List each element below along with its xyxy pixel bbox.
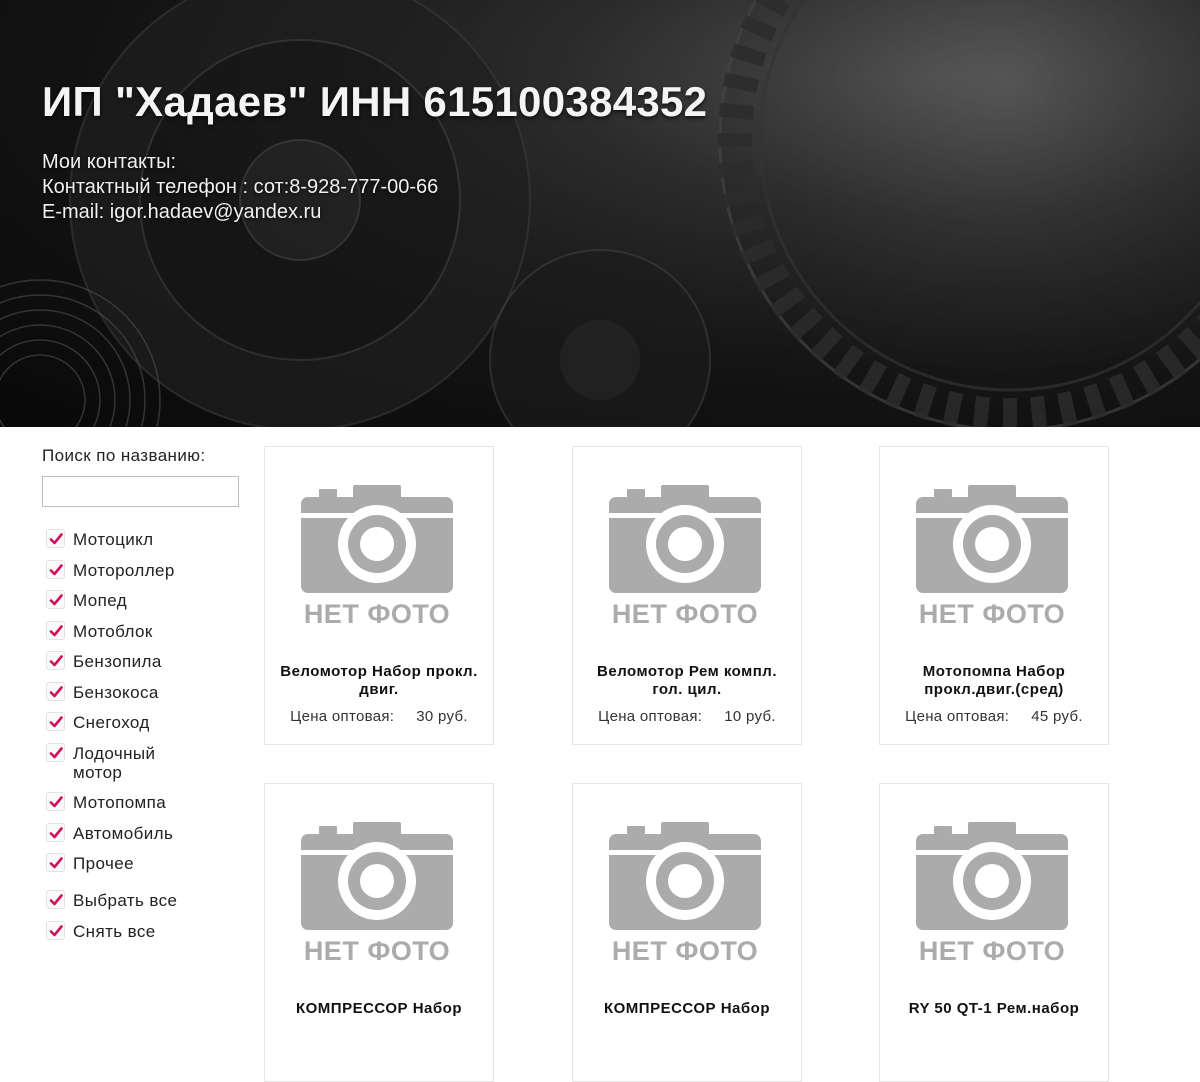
filter-other[interactable]: Прочее [42, 853, 242, 873]
no-photo-label: НЕТ ФОТО [611, 936, 759, 966]
price-label: Цена оптовая: [905, 708, 1010, 725]
product-price [265, 1045, 493, 1062]
price-value: 30 руб. [416, 708, 468, 725]
product-name[interactable]: КОМПРЕССОР Набор [275, 1000, 483, 1018]
product-price [880, 1045, 1108, 1062]
no-photo-label: НЕТ ФОТО [303, 936, 451, 966]
product-card[interactable]: НЕТ ФОТО RY 50 QT-1 Рем.набор [879, 783, 1109, 1082]
checkbox-checked-icon[interactable] [46, 792, 65, 811]
product-price: Цена оптовая: 10 руб. [573, 708, 801, 725]
checkbox-checked-icon[interactable] [46, 853, 65, 872]
filter-label: Автомобиль [73, 823, 174, 843]
filter-snowmobile[interactable]: Снегоход [42, 712, 242, 732]
deselect-all-toggle[interactable]: Снять все [42, 920, 242, 941]
filter-label: Мопед [73, 591, 128, 610]
checkbox-checked-icon[interactable] [46, 742, 65, 762]
filter-label: Мотоблок [73, 621, 153, 641]
search-input[interactable] [42, 476, 239, 507]
select-all-toggle[interactable]: Выбрать все [42, 890, 242, 910]
product-card[interactable]: НЕТ ФОТО Мотопомпа Набор прокл.двиг.(сре… [879, 446, 1109, 745]
filter-boat-motor[interactable]: Лодочный мотор [42, 742, 242, 782]
product-card[interactable]: НЕТ ФОТО КОМПРЕССОР Набор [572, 783, 802, 1082]
filter-label: Бензопила [73, 652, 162, 671]
product-card[interactable]: НЕТ ФОТО КОМПРЕССОР Набор [264, 783, 494, 1082]
checkbox-checked-icon[interactable] [46, 890, 65, 909]
product-price: Цена оптовая: 30 руб. [265, 708, 493, 725]
product-card[interactable]: НЕТ ФОТО Веломотор Рем компл. гол. цил. … [572, 446, 802, 745]
filter-label: Мотороллер [73, 560, 175, 580]
filter-motoblock[interactable]: Мотоблок [42, 620, 242, 641]
no-photo-label: НЕТ ФОТО [611, 599, 759, 629]
checkbox-checked-icon[interactable] [46, 620, 65, 640]
filter-scooter[interactable]: Мотороллер [42, 559, 242, 580]
filter-chainsaw[interactable]: Бензопила [42, 651, 242, 671]
search-label: Поиск по названию: [42, 446, 206, 465]
product-name[interactable]: Веломотор Набор прокл. двиг. [275, 663, 483, 699]
contact-email: E-mail: igor.hadaev@yandex.ru [42, 201, 322, 223]
checkbox-checked-icon[interactable] [46, 559, 65, 579]
filter-moped[interactable]: Мопед [42, 590, 242, 610]
checkbox-checked-icon[interactable] [46, 712, 65, 731]
page-title: ИП "Хадаев" ИНН 615100384352 [42, 78, 708, 125]
product-card[interactable]: НЕТ ФОТО Веломотор Набор прокл. двиг. Це… [264, 446, 494, 745]
filter-label: Снегоход [73, 713, 150, 732]
filter-motorcycle[interactable]: Мотоцикл [42, 529, 242, 549]
filter-label: Мотопомпа [73, 793, 167, 812]
no-photo-label: НЕТ ФОТО [918, 599, 1066, 629]
no-photo-label: НЕТ ФОТО [918, 936, 1066, 966]
checkbox-checked-icon[interactable] [46, 822, 65, 842]
filter-label: Лодочный мотор [73, 743, 156, 782]
product-name[interactable]: КОМПРЕССОР Набор [583, 1000, 791, 1018]
no-photo-label: НЕТ ФОТО [303, 599, 451, 629]
product-price: Цена оптовая: 45 руб. [880, 708, 1108, 725]
deselect-all-label: Снять все [73, 921, 156, 941]
checkbox-checked-icon[interactable] [46, 651, 65, 670]
category-filter-list: Мотоцикл Мотороллер Мопед Мотоблок Бензо… [42, 529, 242, 941]
filter-motor-pump[interactable]: Мотопомпа [42, 792, 242, 812]
contact-phone: Контактный телефон : сот:8-928-777-00-66 [42, 176, 439, 198]
contacts-heading: Мои контакты: [42, 151, 177, 173]
price-value: 10 руб. [724, 708, 776, 725]
product-price [573, 1045, 801, 1062]
filter-trimmer[interactable]: Бензокоса [42, 681, 242, 702]
price-label: Цена оптовая: [290, 708, 395, 725]
price-label: Цена оптовая: [598, 708, 703, 725]
product-name[interactable]: RY 50 QT-1 Рем.набор [890, 1000, 1098, 1018]
header-banner: ИП "Хадаев" ИНН 615100384352 Мои контакт… [0, 0, 1200, 427]
filter-label: Бензокоса [73, 682, 159, 702]
filter-automobile[interactable]: Автомобиль [42, 822, 242, 843]
checkbox-checked-icon[interactable] [46, 590, 65, 609]
checkbox-checked-icon[interactable] [46, 681, 65, 701]
select-all-label: Выбрать все [73, 891, 178, 910]
checkbox-checked-icon[interactable] [46, 529, 65, 548]
filter-label: Прочее [73, 854, 134, 873]
filter-sidebar: Поиск по названию: Мотоцикл Мотороллер М… [42, 446, 242, 952]
product-name[interactable]: Мотопомпа Набор прокл.двиг.(сред) [890, 663, 1098, 699]
contacts-block: Мои контакты: Контактный телефон : сот:8… [42, 150, 438, 225]
price-value: 45 руб. [1031, 708, 1083, 725]
filter-label: Мотоцикл [73, 530, 154, 549]
product-name[interactable]: Веломотор Рем компл. гол. цил. [583, 663, 791, 699]
checkbox-checked-icon[interactable] [46, 920, 65, 940]
